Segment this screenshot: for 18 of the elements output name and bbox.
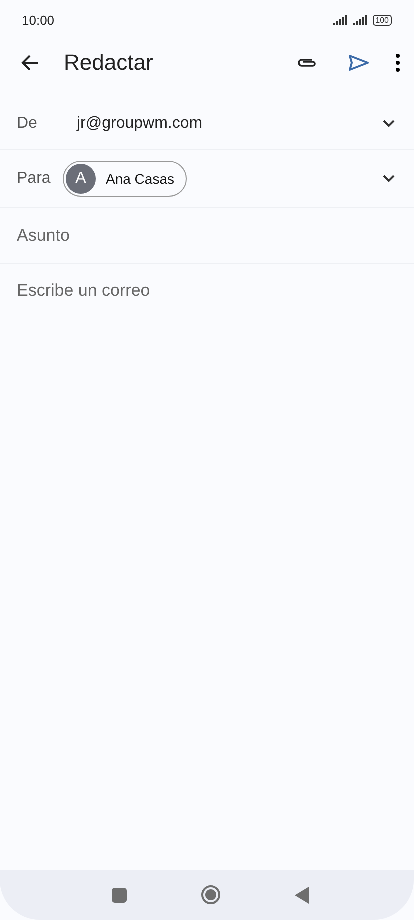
screen-title: Redactar bbox=[64, 50, 154, 76]
to-label: Para bbox=[17, 170, 52, 188]
subject-field[interactable]: Asunto bbox=[17, 226, 396, 246]
recipient-name: Ana Casas bbox=[106, 170, 174, 186]
from-label: De bbox=[17, 114, 38, 132]
battery-icon: 100 bbox=[372, 14, 392, 26]
from-address[interactable]: jr@groupwm.com bbox=[77, 114, 382, 132]
home-button-icon[interactable] bbox=[200, 885, 220, 905]
message-body-field[interactable]: Escribe un correo bbox=[17, 281, 397, 301]
signal-icon bbox=[332, 15, 349, 25]
chevron-down-icon[interactable] bbox=[382, 119, 396, 128]
recents-button-icon[interactable] bbox=[112, 888, 126, 902]
recipient-chip[interactable]: A Ana Casas bbox=[63, 160, 188, 196]
signal-icon bbox=[352, 15, 369, 25]
status-time: 10:00 bbox=[22, 12, 55, 28]
avatar-initial: A bbox=[66, 164, 96, 194]
back-button-icon[interactable] bbox=[294, 886, 308, 904]
chevron-down-icon[interactable] bbox=[382, 174, 396, 183]
